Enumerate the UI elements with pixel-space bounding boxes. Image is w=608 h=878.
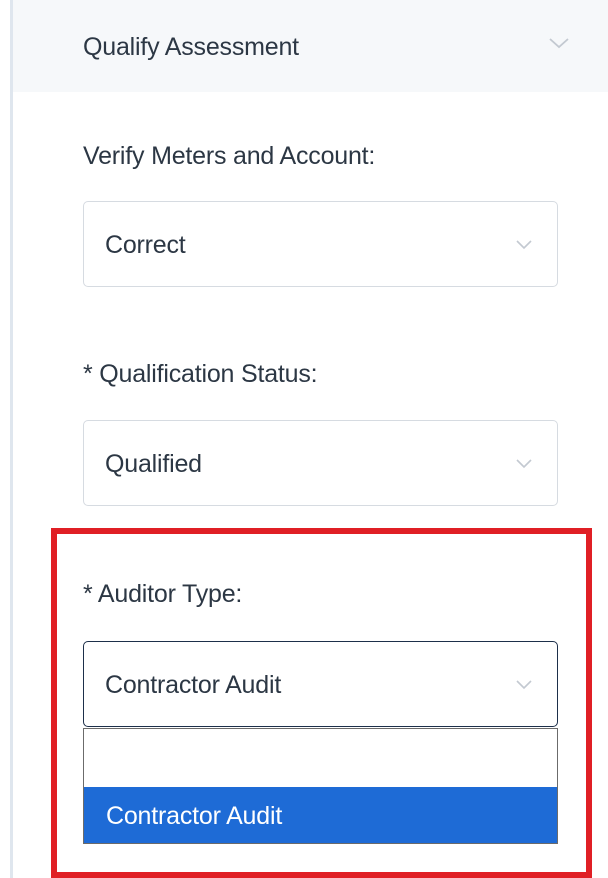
verify-meters-select[interactable]: Correct	[83, 201, 558, 287]
auditor-type-select[interactable]: Contractor Audit	[83, 641, 558, 727]
auditor-type-value: Contractor Audit	[105, 671, 282, 699]
dropdown-option-contractor-audit[interactable]: Contractor Audit	[84, 787, 557, 843]
section-header-qualify-assessment[interactable]: Qualify Assessment	[13, 0, 608, 92]
dropdown-option-label: Contractor Audit	[106, 802, 283, 830]
qualification-status-value: Qualified	[105, 450, 202, 478]
chevron-down-icon[interactable]	[548, 36, 570, 50]
qualification-status-select[interactable]: Qualified	[83, 420, 558, 506]
verify-meters-value: Correct	[105, 231, 186, 259]
auditor-type-dropdown-list: Contractor Audit	[83, 728, 558, 844]
chevron-down-icon	[516, 680, 532, 690]
form-panel: Qualify Assessment Verify Meters and Acc…	[0, 0, 608, 878]
auditor-type-label: * Auditor Type:	[83, 580, 243, 608]
left-divider	[10, 0, 13, 878]
chevron-down-icon	[516, 240, 532, 250]
verify-meters-label: Verify Meters and Account:	[83, 142, 376, 170]
chevron-down-icon	[516, 459, 532, 469]
dropdown-option-empty[interactable]	[84, 729, 557, 787]
qualification-status-label: * Qualification Status:	[83, 360, 318, 388]
section-title: Qualify Assessment	[83, 33, 299, 61]
